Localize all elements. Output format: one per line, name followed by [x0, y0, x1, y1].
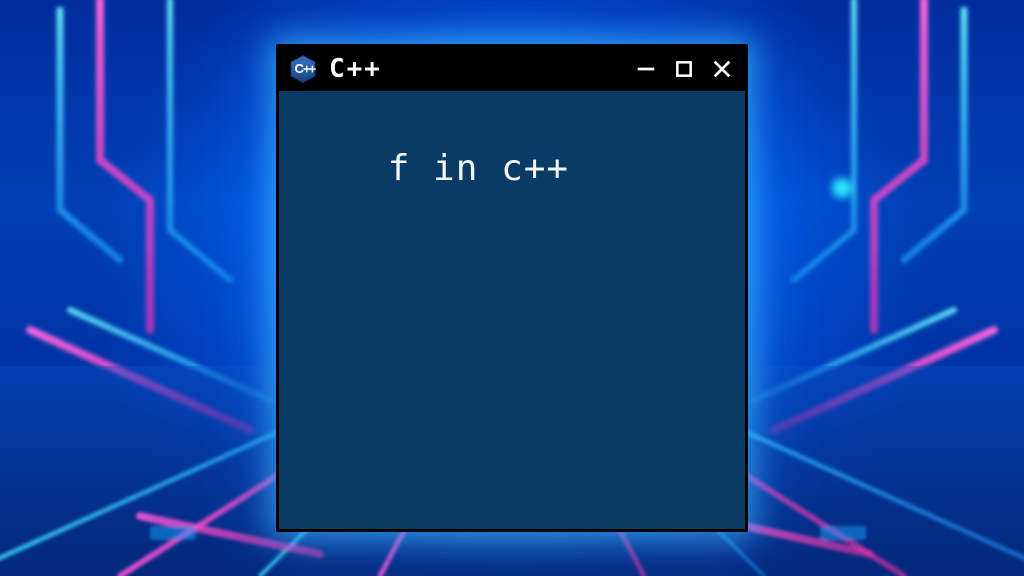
close-button[interactable]: [709, 56, 735, 82]
svg-text:C: C: [295, 61, 305, 76]
terminal-window: C C++: [276, 44, 748, 532]
maximize-button[interactable]: [671, 56, 697, 82]
window-controls: [633, 56, 735, 82]
window-title: C++: [329, 54, 382, 84]
cpp-hex-icon: C: [287, 53, 319, 85]
terminal-text: f in c++: [388, 148, 569, 189]
terminal-content[interactable]: f in c++: [279, 91, 745, 529]
titlebar[interactable]: C C++: [279, 47, 745, 91]
minimize-button[interactable]: [633, 56, 659, 82]
